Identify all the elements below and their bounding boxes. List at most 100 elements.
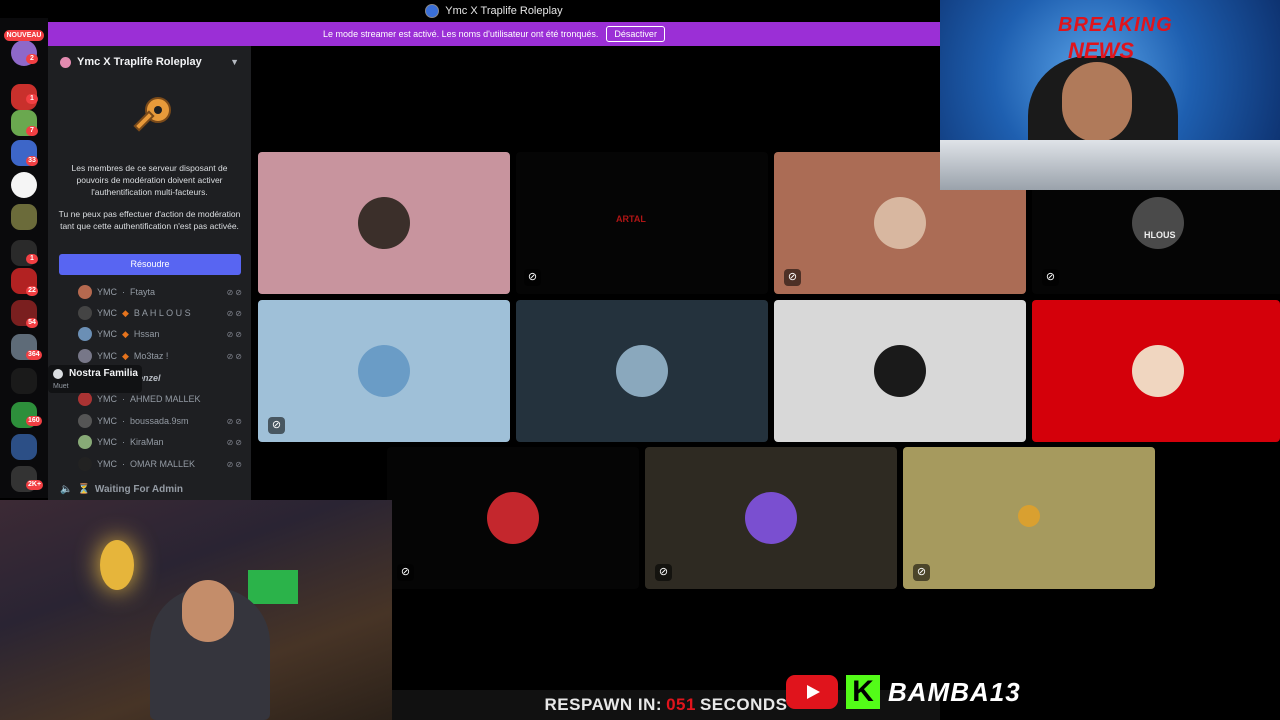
member-row[interactable]: YMC · boussada.9sm ⊘⊘ <box>78 413 244 429</box>
member-prefix: YMC <box>97 351 117 361</box>
member-name: Ftayta <box>130 287 156 297</box>
member-name: AHMED MALLEK <box>130 394 201 404</box>
chevron-down-icon[interactable]: ▼ <box>230 57 239 67</box>
disable-streamer-mode-button[interactable]: Désactiver <box>606 26 665 42</box>
member-name: Mo3taz ! <box>133 351 169 361</box>
member-separator: ◆ <box>122 328 129 339</box>
webcam-overlay <box>0 500 392 720</box>
lamp-shape <box>100 540 134 590</box>
member-name: Hssan <box>133 329 160 339</box>
participant-tile[interactable]: ARTAL ⊘ <box>516 152 768 294</box>
window-title: Ymc X Traplife Roleplay <box>445 5 563 17</box>
member-row[interactable]: YMC ◆ B A H L O U S ⊘⊘ <box>78 305 244 321</box>
participant-tile[interactable]: ⊘ <box>258 300 510 442</box>
muted-deafened-icon: ⊘⊘ <box>226 287 244 297</box>
hourglass-icon: ⏳ <box>77 484 90 495</box>
gear-icon <box>53 369 63 379</box>
tv-screen <box>248 570 298 604</box>
participant-tile[interactable]: ⊘ <box>645 447 897 589</box>
deafened-icon: ⊘ <box>784 269 801 286</box>
voice-channel[interactable]: 🔈 ⏳ Waiting For Admin <box>60 484 183 495</box>
member-separator: · <box>122 459 125 469</box>
avatar <box>358 197 410 249</box>
news-desk <box>940 140 1280 190</box>
member-prefix: YMC <box>97 416 117 426</box>
avatar <box>487 492 539 544</box>
avatar <box>1018 505 1040 527</box>
server-header[interactable]: Ymc X Traplife Roleplay ▼ <box>48 46 251 78</box>
server-icon-6[interactable] <box>11 204 37 230</box>
rail-badge: 2K+ <box>26 480 44 490</box>
deafened-icon: ⊘ <box>913 564 930 581</box>
member-row[interactable]: YMC · OMAR MALLEK ⊘⊘ <box>78 456 244 472</box>
key-icon <box>133 97 171 132</box>
rail-badge: 1 <box>26 254 38 264</box>
server-icon-5[interactable] <box>11 172 37 198</box>
participant-tile[interactable] <box>516 300 768 442</box>
member-row[interactable]: YMC · Ftayta ⊘⊘ <box>78 284 244 300</box>
avatar <box>78 435 92 449</box>
member-prefix: YMC <box>97 287 117 297</box>
member-prefix: YMC <box>97 459 117 469</box>
member-separator: · <box>122 287 125 297</box>
participant-tile[interactable]: ⊘ <box>903 447 1155 589</box>
muted-deafened-icon: ⊘⊘ <box>226 459 244 469</box>
member-separator: ◆ <box>122 350 129 361</box>
news-text: NEWS <box>1068 38 1134 63</box>
member-name: KiraMan <box>130 437 164 447</box>
server-tooltip: Nostra Familia Muet <box>48 365 142 393</box>
server-icon-11[interactable] <box>11 368 37 394</box>
rail-badge: 33 <box>26 156 38 166</box>
streamer-mode-banner: Le mode streamer est activé. Les noms d'… <box>48 22 940 46</box>
participant-tile[interactable] <box>774 300 1026 442</box>
member-prefix: YMC <box>97 308 117 318</box>
member-row[interactable]: YMC ◆ Hssan ⊘⊘ <box>78 326 244 342</box>
rail-badge: 22 <box>26 286 38 296</box>
avatar <box>745 492 797 544</box>
mfa-notice: Les membres de ce serveur disposant de p… <box>71 163 228 197</box>
window-title-bar: Ymc X Traplife Roleplay <box>48 0 940 22</box>
respawn-label: RESPAWN IN: <box>544 695 663 714</box>
server-header-icon <box>60 56 71 68</box>
rail-badge: 2 <box>26 54 38 64</box>
server-rail: 2 1 7 33 1 22 54 364 160 2K+ <box>0 18 48 498</box>
avatar <box>874 345 926 397</box>
streamer-face <box>182 580 234 642</box>
streamer-brand: K BAMBA13 <box>786 672 1021 712</box>
avatar <box>1132 345 1184 397</box>
breaking-news-overlay: BREAKING NEWS <box>940 0 1280 190</box>
rail-badge: 364 <box>26 350 42 360</box>
member-prefix: YMC <box>97 394 117 404</box>
member-name: boussada.9sm <box>130 416 189 426</box>
deafened-icon: ⊘ <box>397 564 414 581</box>
muted-deafened-icon: ⊘⊘ <box>226 437 244 447</box>
new-badge: NOUVEAU <box>4 30 44 41</box>
member-row[interactable]: YMC · KiraMan ⊘⊘ <box>78 434 244 450</box>
breaking-text: BREAKING <box>1058 14 1173 36</box>
member-name: OMAR MALLEK <box>130 459 196 469</box>
avatar <box>78 457 92 471</box>
muted-deafened-icon: ⊘⊘ <box>226 416 244 426</box>
participant-tile[interactable]: ⊘ <box>387 447 639 589</box>
avatar <box>78 414 92 428</box>
participant-tile[interactable] <box>1032 300 1280 442</box>
resolve-button[interactable]: Résoudre <box>59 254 241 275</box>
server-icon-13[interactable] <box>11 434 37 460</box>
avatar <box>358 345 410 397</box>
kick-icon: K <box>846 675 880 709</box>
member-row[interactable]: YMC · AHMED MALLEK <box>78 391 244 407</box>
deafened-icon: ⊘ <box>1042 269 1059 286</box>
tooltip-subtitle: Muet <box>53 383 69 390</box>
participant-tile[interactable] <box>258 152 510 294</box>
youtube-icon <box>786 675 838 709</box>
member-separator: · <box>122 394 125 404</box>
member-prefix: YMC <box>97 329 117 339</box>
channel-sidebar: Ymc X Traplife Roleplay ▼ Les membres de… <box>48 46 251 500</box>
avatar <box>78 306 92 320</box>
avatar <box>616 345 668 397</box>
speaker-icon: 🔈 <box>60 484 73 495</box>
channel-name: Waiting For Admin <box>94 484 184 495</box>
member-row[interactable]: YMC ◆ Mo3taz ! ⊘⊘ <box>78 348 244 364</box>
respawn-unit: SECONDS <box>699 695 788 714</box>
rail-badge: 7 <box>26 126 38 136</box>
